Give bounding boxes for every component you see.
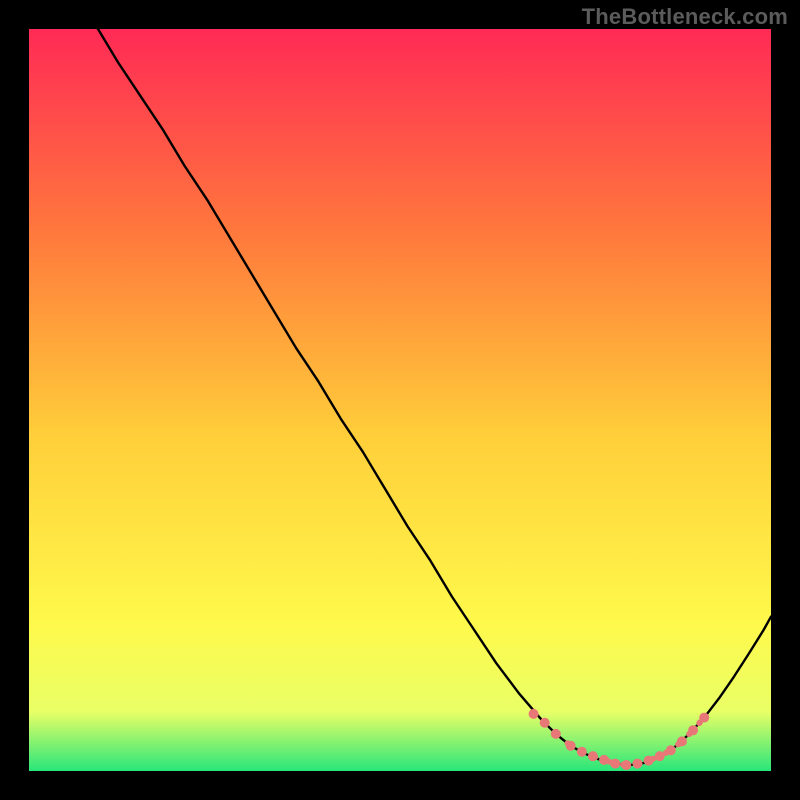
marker-point: [677, 736, 687, 746]
plot-background: [29, 29, 771, 771]
marker-point: [529, 709, 539, 719]
marker-point: [688, 725, 698, 735]
chart-container: TheBottleneck.com: [0, 0, 800, 800]
marker-point: [577, 747, 587, 757]
marker-point: [621, 760, 631, 770]
marker-point: [588, 751, 598, 761]
marker-point: [599, 755, 609, 765]
marker-point: [699, 713, 709, 723]
marker-point: [666, 745, 676, 755]
marker-point: [644, 756, 654, 766]
watermark-text: TheBottleneck.com: [582, 4, 788, 30]
marker-point: [566, 741, 576, 751]
marker-point: [610, 759, 620, 769]
bottleneck-plot: [29, 29, 771, 771]
marker-point: [540, 718, 550, 728]
marker-point: [551, 729, 561, 739]
marker-point: [655, 751, 665, 761]
marker-point: [632, 759, 642, 769]
